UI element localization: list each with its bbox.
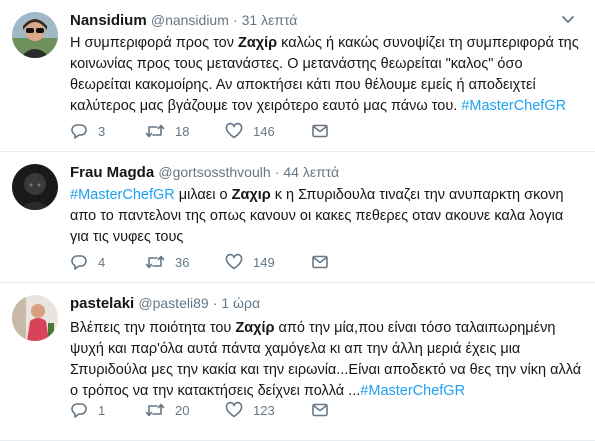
tweet[interactable]: Nansidium @nansidium · 31 λεπτά Η συμπερ… [0,0,595,152]
hashtag-link[interactable]: #MasterChefGR [461,98,566,114]
retweet-button[interactable]: 20 [145,401,225,419]
tweet-header: Nansidium @nansidium · 31 λεπτά [70,10,583,30]
message-icon [311,401,329,419]
text-segment: μιλαει ο [174,187,232,203]
message-button[interactable] [311,253,329,271]
reply-icon [70,401,88,419]
tweet-time[interactable]: · 31 λεπτά [233,12,297,28]
tweet[interactable]: Frau Magda @gortsossthvoulh · 44 λεπτά #… [0,152,595,283]
like-icon [225,253,243,271]
tweet-text: Βλέπεις την ποιότητα του Ζαχίρ από την μ… [70,318,582,402]
retweet-count: 20 [175,402,190,418]
avatar[interactable] [12,164,58,210]
highlighted-term: Ζαχιρ [231,187,271,203]
tweet-text: Η συμπεριφορά προς τον Ζαχίρ καλώς ή κακ… [70,33,582,117]
message-button[interactable] [311,122,329,140]
like-icon [225,401,243,419]
reply-button[interactable]: 4 [70,253,145,271]
reply-count: 3 [98,123,106,139]
like-count: 149 [253,254,275,270]
like-count: 123 [253,402,275,418]
tweet-time[interactable]: · 1 ώρα [213,295,260,311]
message-icon [311,253,329,271]
retweet-button[interactable]: 36 [145,253,225,271]
author-name[interactable]: Nansidium [70,12,147,29]
tweet-actions: 1 20 123 [70,400,329,420]
tweet-actions: 4 36 149 [70,252,329,272]
reply-button[interactable]: 1 [70,401,145,419]
hashtag-link[interactable]: #MasterChefGR [360,383,465,399]
reply-icon [70,122,88,140]
retweet-icon [145,122,165,140]
tweet-actions: 3 18 146 [70,121,329,141]
like-button[interactable]: 123 [225,401,311,419]
reply-count: 1 [98,402,106,418]
like-button[interactable]: 149 [225,253,311,271]
highlighted-term: Ζαχίρ [238,35,278,51]
retweet-button[interactable]: 18 [145,122,225,140]
text-segment: Βλέπεις την ποιότητα του [70,320,236,336]
author-name[interactable]: pastelaki [70,295,134,312]
tweet[interactable]: pastelaki @pasteli89 · 1 ώρα Βλέπεις την… [0,283,595,441]
message-button[interactable] [311,401,329,419]
avatar[interactable] [12,295,58,341]
tweet-header: pastelaki @pasteli89 · 1 ώρα [70,293,583,313]
tweet-text: #MasterChefGR μιλαει ο Ζαχιρ κ η Σπυριδο… [70,185,582,248]
reply-count: 4 [98,254,106,270]
chevron-down-icon[interactable] [561,12,575,26]
avatar[interactable] [12,12,58,58]
author-handle[interactable]: @gortsossthvoulh [158,164,270,180]
like-count: 146 [253,123,275,139]
retweet-icon [145,253,165,271]
tweet-time[interactable]: · 44 λεπτά [275,164,339,180]
highlighted-term: Ζαχίρ [235,320,275,336]
author-handle[interactable]: @pasteli89 [138,295,208,311]
hashtag-link[interactable]: #MasterChefGR [70,187,175,203]
retweet-count: 36 [175,254,190,270]
retweet-count: 18 [175,123,190,139]
reply-icon [70,253,88,271]
message-icon [311,122,329,140]
like-icon [225,122,243,140]
author-handle[interactable]: @nansidium [151,12,229,28]
tweet-header: Frau Magda @gortsossthvoulh · 44 λεπτά [70,162,583,182]
reply-button[interactable]: 3 [70,122,145,140]
retweet-icon [145,401,165,419]
like-button[interactable]: 146 [225,122,311,140]
author-name[interactable]: Frau Magda [70,164,154,181]
text-segment: Η συμπεριφορά προς τον [70,35,238,51]
